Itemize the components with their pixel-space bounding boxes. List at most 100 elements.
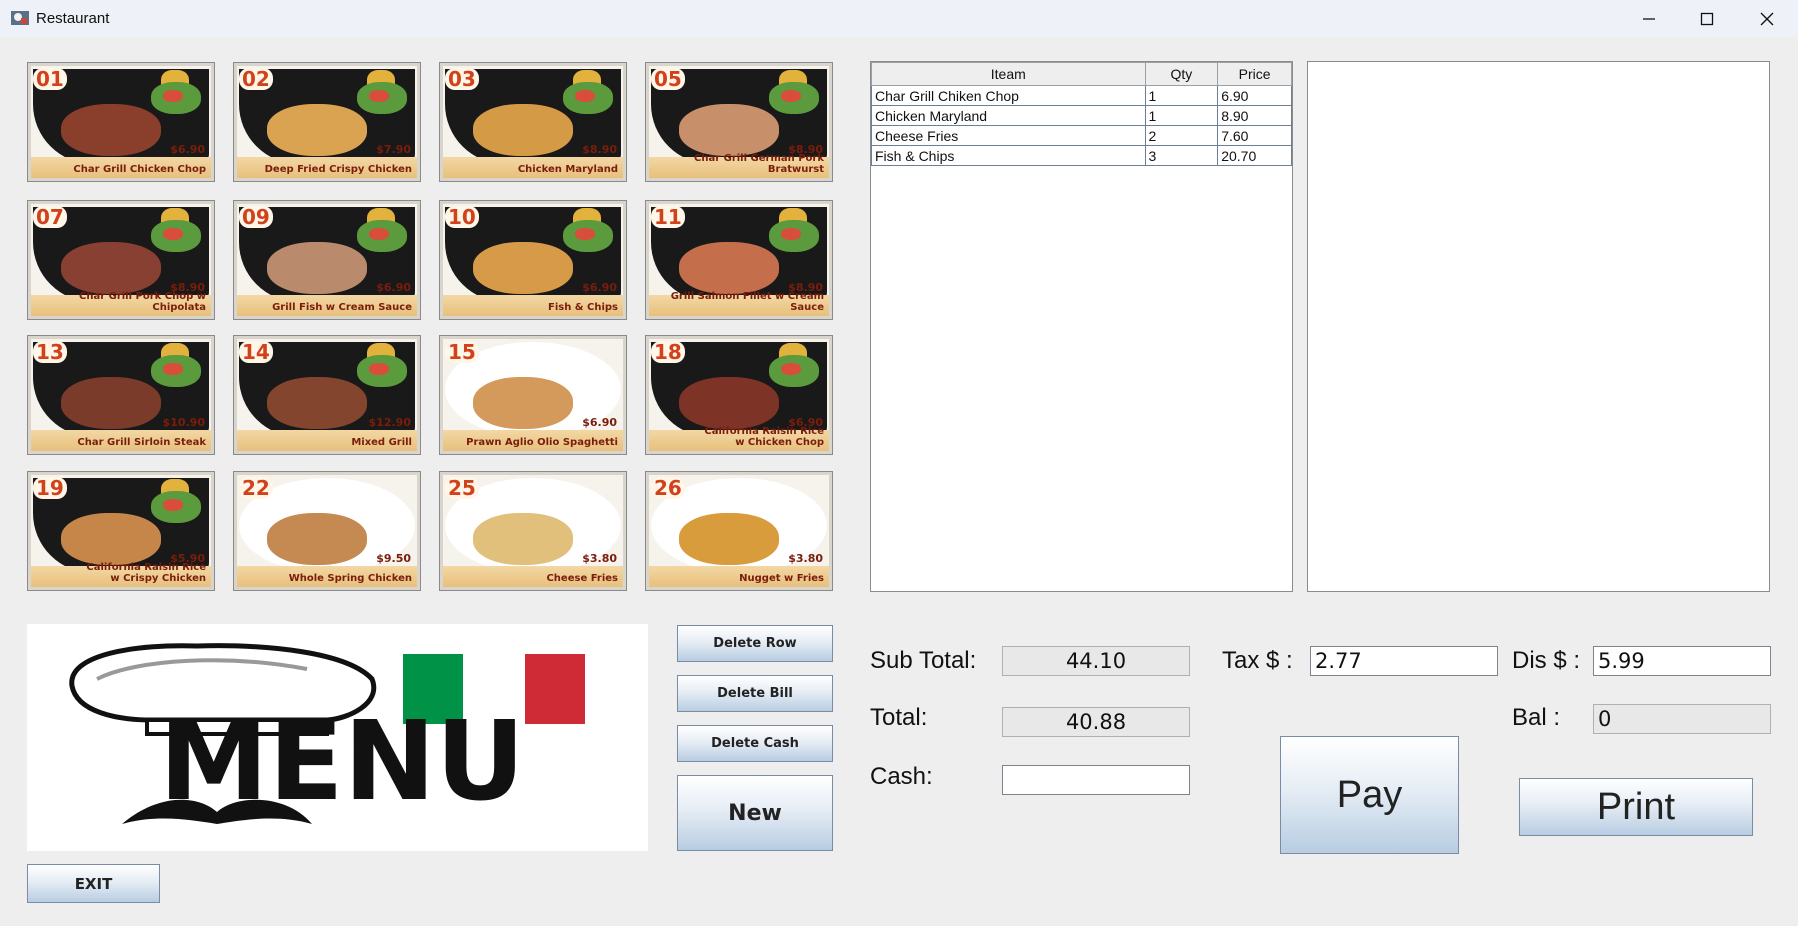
- food-photo: 22 $9.50 Whole Spring Chicken: [237, 475, 417, 587]
- menu-item-11[interactable]: 11 $8.90 Grill Salmon Fillet w Cream Sauce: [645, 200, 833, 320]
- order-table[interactable]: Iteam Qty Price Char Grill Chiken Chop 1…: [871, 62, 1292, 166]
- menu-item-25[interactable]: 25 $3.80 Cheese Fries: [439, 471, 627, 591]
- food-photo: 01 $6.90 Char Grill Chicken Chop: [31, 66, 211, 178]
- menu-item-07[interactable]: 07 $8.90 Char Grill Pork Chop w Chipolata: [27, 200, 215, 320]
- item-name: Grill Salmon Fillet w Cream Sauce: [670, 291, 824, 313]
- item-number: 18: [651, 341, 685, 363]
- cell-price[interactable]: 20.70: [1217, 145, 1292, 166]
- food-photo: 25 $3.80 Cheese Fries: [443, 475, 623, 587]
- food-photo: 07 $8.90 Char Grill Pork Chop w Chipolata: [31, 204, 211, 316]
- item-number: 14: [239, 341, 273, 363]
- cell-price[interactable]: 8.90: [1217, 105, 1292, 126]
- new-button[interactable]: New: [677, 775, 833, 851]
- close-button[interactable]: [1738, 0, 1796, 37]
- food-photo: 05 $8.90 Char Grill German Pork Bratwurst: [649, 66, 829, 178]
- food-photo: 11 $8.90 Grill Salmon Fillet w Cream Sauce: [649, 204, 829, 316]
- menu-item-15[interactable]: 15 $6.90 Prawn Aglio Olio Spaghetti: [439, 335, 627, 455]
- food-photo: 10 $6.90 Fish & Chips: [443, 204, 623, 316]
- menu-item-05[interactable]: 05 $8.90 Char Grill German Pork Bratwurst: [645, 62, 833, 182]
- menu-item-01[interactable]: 01 $6.90 Char Grill Chicken Chop: [27, 62, 215, 182]
- item-price: $3.80: [582, 552, 617, 565]
- item-name: Chicken Maryland: [517, 164, 618, 175]
- item-price: $12.90: [368, 416, 411, 429]
- delete-bill-button[interactable]: Delete Bill: [677, 675, 833, 712]
- receipt-text-area[interactable]: [1307, 61, 1770, 592]
- menu-logo-image: MENU: [27, 624, 648, 851]
- cell-item[interactable]: Char Grill Chiken Chop: [871, 85, 1146, 106]
- item-number: 19: [33, 477, 67, 499]
- cell-qty[interactable]: 1: [1144, 85, 1219, 106]
- cell-item[interactable]: Fish & Chips: [871, 145, 1146, 166]
- item-name: Fish & Chips: [547, 302, 618, 313]
- item-name: Nugget w Fries: [739, 573, 824, 584]
- item-number: 05: [651, 68, 685, 90]
- cell-item[interactable]: Chicken Maryland: [871, 105, 1146, 126]
- item-price: $10.90: [162, 416, 205, 429]
- item-number: 01: [33, 68, 67, 90]
- delete-row-button[interactable]: Delete Row: [677, 625, 833, 662]
- cell-qty[interactable]: 2: [1144, 125, 1219, 146]
- item-name: Char Grill Pork Chop w Chipolata: [79, 291, 206, 313]
- table-row[interactable]: Chicken Maryland 1 8.90: [871, 105, 1292, 126]
- item-name: Grill Fish w Cream Sauce: [272, 302, 412, 313]
- table-row[interactable]: Cheese Fries 2 7.60: [871, 125, 1292, 146]
- menu-item-10[interactable]: 10 $6.90 Fish & Chips: [439, 200, 627, 320]
- column-header-item[interactable]: Iteam: [871, 62, 1146, 86]
- item-name: Char Grill Chicken Chop: [73, 164, 206, 175]
- cell-qty[interactable]: 1: [1144, 105, 1219, 126]
- food-photo: 14 $12.90 Mixed Grill: [237, 339, 417, 451]
- cell-item[interactable]: Cheese Fries: [871, 125, 1146, 146]
- menu-item-22[interactable]: 22 $9.50 Whole Spring Chicken: [233, 471, 421, 591]
- discount-input[interactable]: 5.99: [1593, 646, 1771, 676]
- maximize-button[interactable]: [1678, 0, 1736, 37]
- balance-field: 0: [1593, 704, 1771, 734]
- cash-input[interactable]: [1002, 765, 1190, 795]
- item-price: $8.90: [582, 143, 617, 156]
- sub-total-field: 44.10: [1002, 646, 1190, 676]
- exit-button[interactable]: EXIT: [27, 864, 160, 903]
- item-price: $6.90: [582, 416, 617, 429]
- item-number: 26: [651, 477, 685, 499]
- item-number: 13: [33, 341, 67, 363]
- food-photo: 19 $5.90 California Raisin Rice w Crispy Ch…: [31, 475, 211, 587]
- minimize-icon: [1643, 17, 1655, 20]
- tax-input[interactable]: 2.77: [1310, 646, 1498, 676]
- total-field: 40.88: [1002, 707, 1190, 737]
- item-name: California Raisin Rice w Crispy Chicken: [86, 562, 206, 584]
- item-number: 25: [445, 477, 479, 499]
- item-price: $9.50: [376, 552, 411, 565]
- menu-item-19[interactable]: 19 $5.90 California Raisin Rice w Crispy Ch…: [27, 471, 215, 591]
- table-row[interactable]: Fish & Chips 3 20.70: [871, 145, 1292, 166]
- item-number: 02: [239, 68, 273, 90]
- cell-qty[interactable]: 3: [1144, 145, 1219, 166]
- menu-item-09[interactable]: 09 $6.90 Grill Fish w Cream Sauce: [233, 200, 421, 320]
- item-price: $7.90: [376, 143, 411, 156]
- cell-price[interactable]: 6.90: [1217, 85, 1292, 106]
- item-number: 09: [239, 206, 273, 228]
- delete-cash-button[interactable]: Delete Cash: [677, 725, 833, 762]
- menu-item-14[interactable]: 14 $12.90 Mixed Grill: [233, 335, 421, 455]
- menu-item-02[interactable]: 02 $7.90 Deep Fried Crispy Chicken: [233, 62, 421, 182]
- print-button[interactable]: Print: [1519, 778, 1753, 836]
- sub-total-label: Sub Total:: [870, 647, 977, 674]
- java-app-icon: [10, 9, 30, 27]
- item-number: 11: [651, 206, 685, 228]
- column-header-price[interactable]: Price: [1217, 62, 1292, 86]
- minimize-button[interactable]: [1620, 0, 1678, 37]
- menu-item-26[interactable]: 26 $3.80 Nugget w Fries: [645, 471, 833, 591]
- item-number: 22: [239, 477, 273, 499]
- menu-item-18[interactable]: 18 $6.90 California Raisin Rice w Chicken C…: [645, 335, 833, 455]
- food-photo: 09 $6.90 Grill Fish w Cream Sauce: [237, 204, 417, 316]
- menu-item-03[interactable]: 03 $8.90 Chicken Maryland: [439, 62, 627, 182]
- column-header-qty[interactable]: Qty: [1144, 62, 1219, 86]
- maximize-icon: [1700, 12, 1714, 25]
- item-number: 03: [445, 68, 479, 90]
- table-row[interactable]: Char Grill Chiken Chop 1 6.90: [871, 85, 1292, 106]
- balance-label: Bal :: [1512, 704, 1561, 731]
- pay-button[interactable]: Pay: [1280, 736, 1459, 854]
- item-name: Mixed Grill: [351, 437, 412, 448]
- menu-item-13[interactable]: 13 $10.90 Char Grill Sirloin Steak: [27, 335, 215, 455]
- cell-price[interactable]: 7.60: [1217, 125, 1292, 146]
- food-photo: 13 $10.90 Char Grill Sirloin Steak: [31, 339, 211, 451]
- item-price: $3.80: [788, 552, 823, 565]
